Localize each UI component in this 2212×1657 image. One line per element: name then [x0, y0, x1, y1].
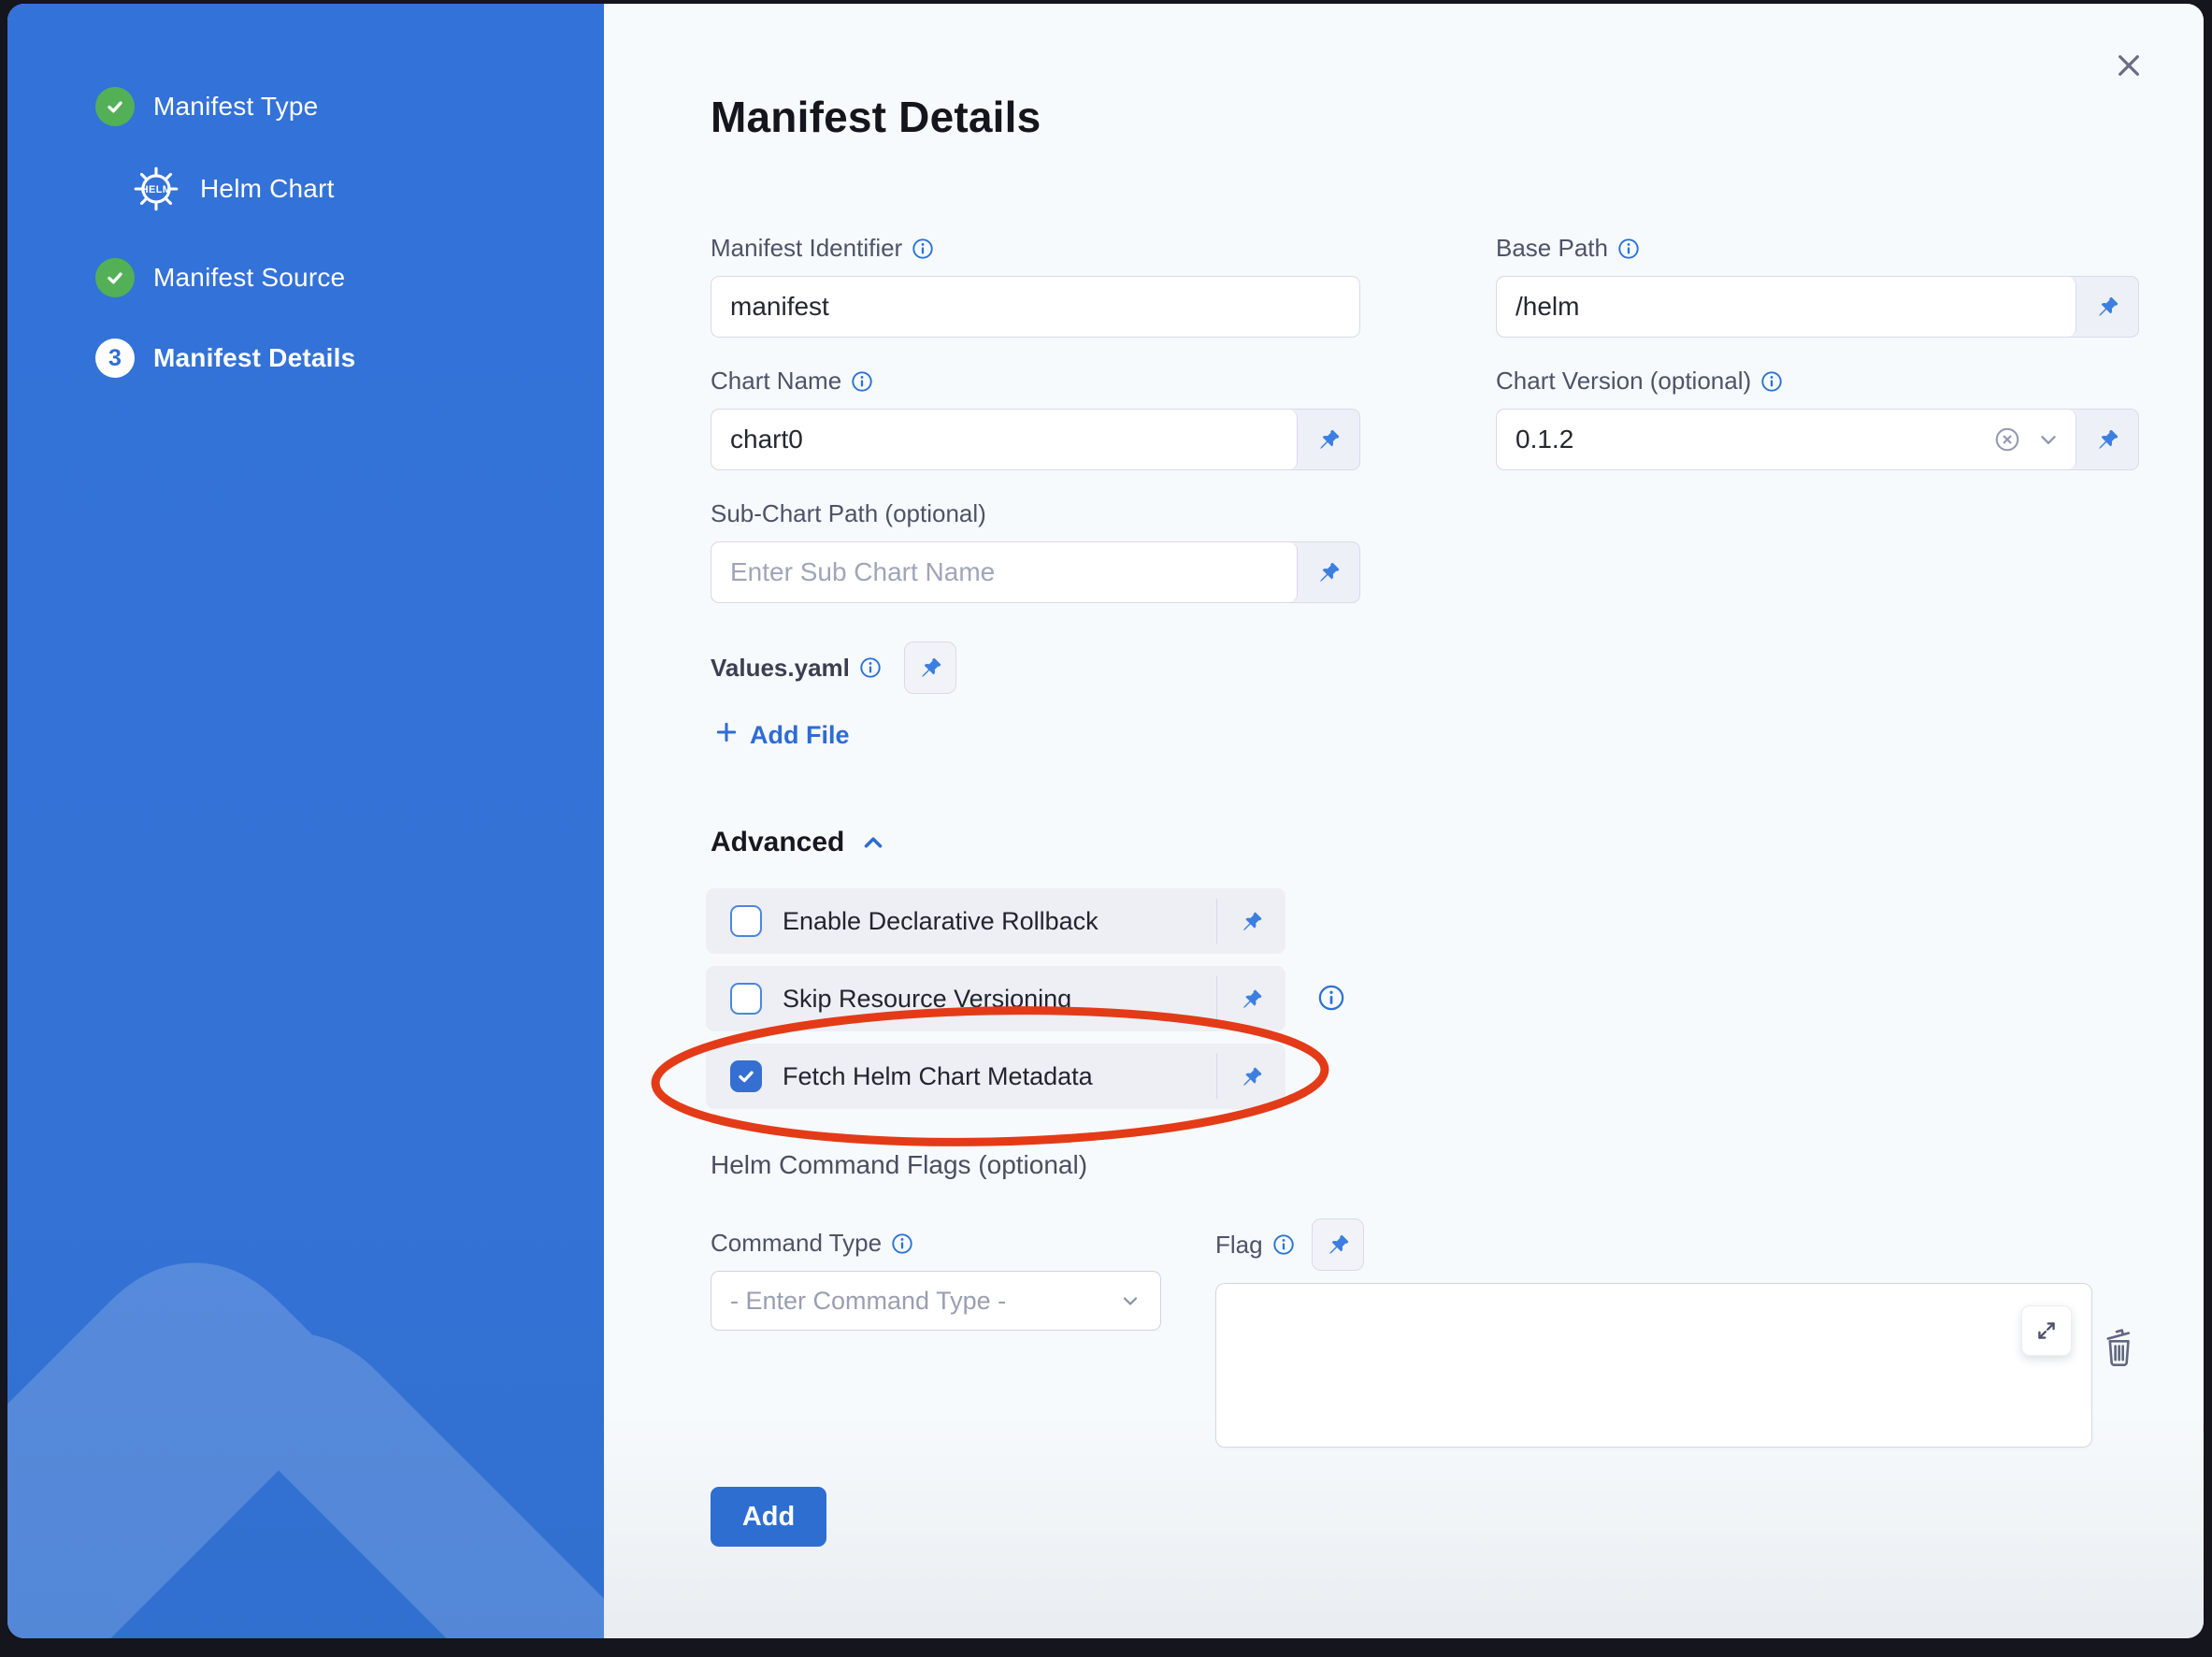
clear-icon[interactable]: [1993, 425, 2021, 454]
sub-chart-path-field: Sub-Chart Path (optional): [711, 499, 1360, 603]
plus-icon: [714, 720, 739, 751]
enable-declarative-rollback-row: Enable Declarative Rollback: [706, 888, 1286, 954]
skip-resource-versioning-checkbox[interactable]: [730, 983, 762, 1015]
step-label: Manifest Type: [153, 92, 318, 122]
flag-field: Flag: [1215, 1218, 2092, 1452]
pin-icon[interactable]: [1298, 542, 1359, 602]
pin-icon[interactable]: [1298, 410, 1359, 469]
chevron-up-icon[interactable]: [859, 828, 887, 857]
command-type-field: Command Type - Enter Command Type -: [711, 1229, 1161, 1331]
checkbox-label: Skip Resource Versioning: [783, 985, 1216, 1014]
fetch-helm-chart-metadata-row: Fetch Helm Chart Metadata: [706, 1044, 1286, 1109]
command-type-placeholder: - Enter Command Type -: [730, 1287, 1119, 1316]
helm-command-flags-label: Helm Command Flags (optional): [711, 1150, 1087, 1180]
checkbox-label: Enable Declarative Rollback: [783, 907, 1216, 936]
fetch-helm-chart-metadata-checkbox[interactable]: [730, 1060, 762, 1092]
values-yaml-label: Values.yaml: [711, 654, 882, 683]
svg-text:HELM: HELM: [141, 184, 172, 195]
advanced-label: Advanced: [711, 827, 844, 858]
harness-logo-watermark: [7, 1124, 604, 1638]
info-icon[interactable]: [1760, 370, 1783, 393]
add-file-label: Add File: [750, 721, 850, 750]
pin-icon[interactable]: [1216, 899, 1286, 944]
page-title: Manifest Details: [711, 92, 1041, 142]
helm-icon: HELM: [131, 164, 181, 214]
sidebar-step-manifest-details[interactable]: 3 Manifest Details: [95, 339, 355, 378]
chart-version-label: Chart Version (optional): [1496, 367, 2139, 396]
wizard-sidebar: Manifest Type HELM Helm Chart: [7, 4, 604, 1638]
manifest-details-panel: Manifest Details Manifest Identifier Bas…: [604, 4, 2204, 1638]
pin-icon[interactable]: [1216, 1054, 1286, 1099]
chart-name-label: Chart Name: [711, 367, 1360, 396]
chevron-down-icon[interactable]: [2036, 427, 2061, 452]
screen-backdrop: { "modal": { "title": "Manifest Details"…: [0, 0, 2212, 1657]
info-icon[interactable]: [859, 656, 882, 679]
advanced-options-list: Enable Declarative Rollback Skip Resourc…: [706, 888, 1286, 1121]
add-file-button[interactable]: Add File: [714, 720, 850, 751]
sidebar-step-helm-chart[interactable]: HELM Helm Chart: [131, 164, 335, 214]
step-label: Manifest Details: [153, 343, 355, 373]
info-icon[interactable]: [1272, 1233, 1295, 1256]
pin-icon[interactable]: [2076, 277, 2138, 337]
enable-declarative-rollback-checkbox[interactable]: [730, 905, 762, 937]
chart-version-input[interactable]: [1497, 410, 1978, 469]
info-icon[interactable]: [851, 370, 873, 393]
step-label: Helm Chart: [200, 174, 335, 204]
flag-textarea[interactable]: [1215, 1283, 2092, 1448]
chart-name-field: Chart Name: [711, 367, 1360, 470]
sub-chart-path-input[interactable]: [711, 542, 1282, 602]
pin-button[interactable]: [904, 641, 956, 694]
sidebar-step-manifest-type[interactable]: Manifest Type: [95, 87, 318, 126]
info-icon[interactable]: [891, 1232, 913, 1255]
manifest-identifier-label: Manifest Identifier: [711, 234, 1360, 263]
base-path-field: Base Path: [1496, 234, 2139, 338]
info-icon[interactable]: [912, 238, 934, 260]
step-complete-icon: [95, 258, 135, 297]
info-icon[interactable]: [1617, 238, 1640, 260]
pin-icon[interactable]: [1216, 976, 1286, 1021]
pin-icon[interactable]: [2076, 410, 2138, 469]
step-complete-icon: [95, 87, 135, 126]
advanced-section-header: Advanced: [711, 827, 887, 858]
command-type-select[interactable]: - Enter Command Type -: [711, 1271, 1161, 1331]
base-path-label: Base Path: [1496, 234, 2139, 263]
step-label: Manifest Source: [153, 263, 345, 293]
manifest-details-modal: Manifest Type HELM Helm Chart: [7, 4, 2204, 1638]
expand-icon[interactable]: [2021, 1305, 2072, 1356]
base-path-input[interactable]: [1497, 277, 2061, 337]
delete-flag-icon[interactable]: [2100, 1326, 2139, 1372]
sidebar-step-manifest-source[interactable]: Manifest Source: [95, 258, 345, 297]
chart-name-input[interactable]: [711, 410, 1282, 469]
pin-button[interactable]: [1312, 1218, 1364, 1271]
manifest-identifier-field: Manifest Identifier: [711, 234, 1360, 338]
values-yaml-row: Values.yaml: [711, 641, 956, 694]
manifest-identifier-input[interactable]: [711, 277, 1359, 337]
command-type-label: Command Type: [711, 1229, 1161, 1258]
sub-chart-path-label: Sub-Chart Path (optional): [711, 499, 1360, 528]
chart-version-field: Chart Version (optional): [1496, 367, 2139, 470]
flag-label: Flag: [1215, 1231, 1295, 1260]
checkbox-label: Fetch Helm Chart Metadata: [783, 1062, 1216, 1091]
step-number-badge: 3: [95, 339, 135, 378]
close-icon[interactable]: [2108, 45, 2149, 86]
add-button[interactable]: Add: [711, 1487, 826, 1547]
info-icon[interactable]: [1317, 984, 1345, 1012]
skip-resource-versioning-row: Skip Resource Versioning: [706, 966, 1286, 1031]
chevron-down-icon: [1119, 1290, 1142, 1312]
